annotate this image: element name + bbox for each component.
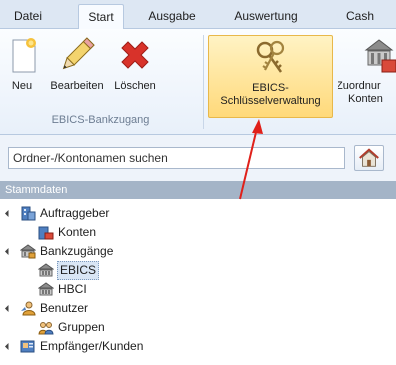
home-button[interactable] [354, 145, 384, 171]
recipient-icon [20, 340, 35, 353]
master-data-tree: Auftraggeber Konten Bankzugänge EBICS HB… [0, 199, 396, 365]
tab-cash[interactable]: Cash [340, 4, 380, 29]
ebics-button-label-line1: EBICS- [252, 82, 289, 94]
ribbon-tab-strip: Datei Start Ausgabe Auswertung Cash [0, 0, 396, 30]
search-bar-area [0, 135, 396, 181]
tree-expander-icon[interactable] [4, 342, 13, 351]
edit-button-label: Bearbeiten [50, 80, 104, 92]
keys-icon [256, 40, 284, 73]
bank-access-icon [38, 282, 54, 296]
folder-account-search-input[interactable] [8, 147, 345, 169]
tab-auswertung[interactable]: Auswertung [226, 4, 306, 29]
tree-expander-icon[interactable] [4, 209, 13, 218]
delete-button-label: Löschen [114, 80, 156, 92]
ribbon-panel: Neu Bearbeiten Löschen EBICS-Bankzugang [0, 29, 396, 135]
tree-item-label: Empfänger/Kunden [40, 339, 144, 353]
tab-ausgabe[interactable]: Ausgabe [142, 4, 202, 29]
client-icon [21, 206, 36, 221]
group-icon [38, 322, 54, 335]
tree-item-label: Auftraggeber [40, 206, 110, 220]
pencil-icon [62, 37, 95, 70]
tree-item-label: HBCI [58, 282, 87, 296]
edit-button[interactable]: Bearbeiten [44, 32, 110, 112]
assignment-button[interactable]: Zuordnur Konten [338, 32, 396, 112]
tree-item-label: Bankzugänge [40, 244, 114, 258]
ribbon-group-label: EBICS-Bankzugang [51, 114, 150, 126]
ribbon-group-separator [203, 35, 204, 129]
home-icon [359, 148, 379, 167]
tree-item-label: EBICS [57, 261, 100, 280]
bank-access-icon [38, 263, 54, 277]
bank-assign-icon [364, 39, 396, 73]
assignment-button-label-line2: Konten [348, 93, 383, 105]
tree-item-label: Konten [58, 225, 97, 239]
new-button-label: Neu [11, 80, 33, 92]
ebics-button-label-line2: Schlüsselverwaltung [220, 95, 321, 107]
tree-expander-icon[interactable] [4, 247, 13, 256]
ebics-key-management-button[interactable]: EBICS- Schlüsselverwaltung [208, 35, 333, 118]
tree-item-label: Benutzer [40, 301, 89, 315]
bank-icon [20, 244, 36, 259]
tab-start[interactable]: Start [78, 4, 124, 30]
tab-datei[interactable]: Datei [6, 4, 50, 29]
delete-x-icon [121, 41, 149, 69]
tree-item-label: Gruppen [58, 320, 105, 334]
user-icon [21, 301, 36, 316]
new-document-icon [12, 38, 36, 73]
assignment-button-label-line1: Zuordnur [338, 80, 381, 92]
section-header-stammdaten: Stammdaten [0, 181, 396, 199]
delete-button[interactable]: Löschen [113, 32, 157, 112]
tree-expander-icon[interactable] [4, 304, 13, 313]
new-button[interactable]: Neu [2, 32, 42, 112]
accounts-icon [38, 226, 54, 240]
